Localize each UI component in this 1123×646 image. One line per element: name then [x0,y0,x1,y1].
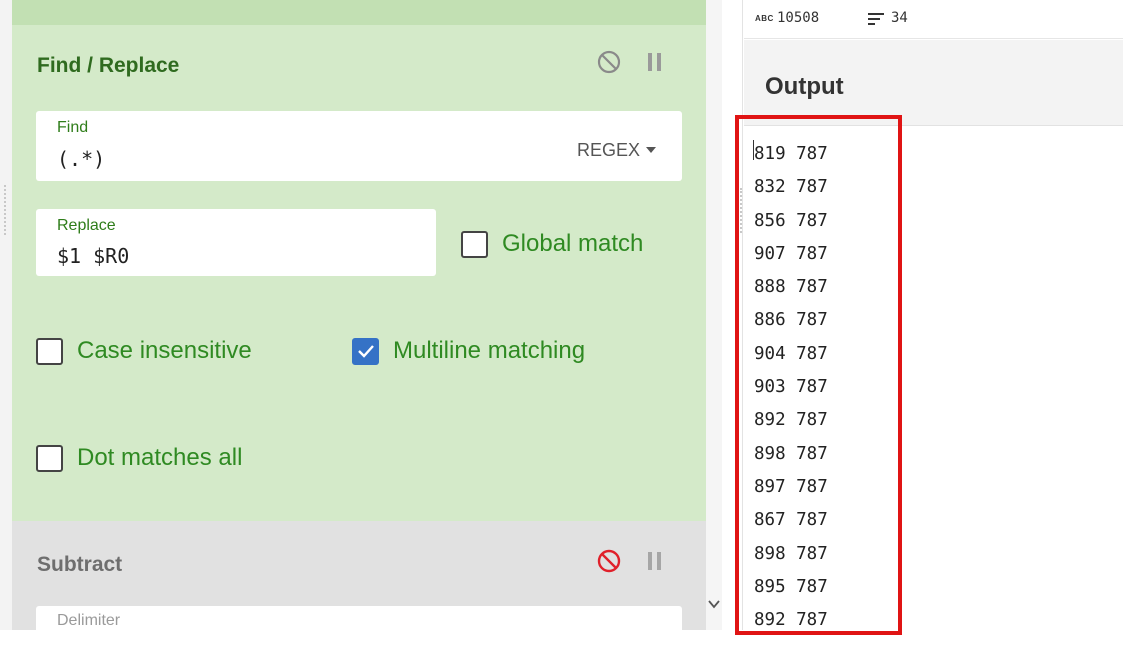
find-field[interactable]: Find (.*) REGEX [36,111,682,181]
line-count: 34 [891,10,908,26]
pause-icon[interactable] [647,551,663,576]
case-insensitive-checkbox[interactable]: Case insensitive [36,337,252,365]
previous-operation-edge [12,0,706,25]
output-header: Output [744,40,1123,126]
output-title: Output [765,73,844,100]
checkbox-unchecked-icon[interactable] [36,337,63,365]
input-stats-bar: ABC 10508 34 [744,0,1123,39]
multiline-matching-label: Multiline matching [393,337,586,364]
pause-icon[interactable] [647,52,663,77]
global-match-label: Global match [502,230,644,257]
find-input[interactable]: (.*) [57,147,105,171]
dot-matches-all-label: Dot matches all [77,444,243,471]
replace-label: Replace [57,217,116,234]
replace-input[interactable]: $1 $R0 [57,244,129,268]
disable-icon[interactable] [597,50,621,79]
regex-dropdown-label: REGEX [576,140,640,160]
operation-controls [597,50,663,79]
chevron-down-icon[interactable] [708,596,720,612]
highlight-annotation-box [735,115,902,635]
find-replace-operation: Find / Replace Find (.*) REGEX Replace $… [12,0,706,521]
operation-title: Subtract [37,553,123,576]
operation-title: Find / Replace [37,54,180,77]
checkbox-unchecked-icon[interactable] [36,444,63,472]
checkbox-unchecked-icon[interactable] [461,230,488,258]
resize-grip[interactable] [4,185,8,235]
case-insensitive-label: Case insensitive [77,337,252,364]
delimiter-label: Delimiter [57,612,121,629]
operation-controls [597,549,663,578]
subtract-operation: Subtract Delimiter [12,521,706,646]
replace-field[interactable]: Replace $1 $R0 [36,209,436,276]
recipe-scrollbar[interactable] [706,0,722,630]
multiline-matching-checkbox[interactable]: Multiline matching [352,337,585,365]
delimiter-field[interactable]: Delimiter [36,606,682,646]
dot-matches-all-checkbox[interactable]: Dot matches all [36,444,242,472]
caret-down-icon [646,147,656,153]
checkbox-checked-icon[interactable] [352,337,379,365]
line-count-icon [868,12,884,31]
left-gutter [0,0,12,630]
character-count: 10508 [777,10,820,26]
find-label: Find [57,119,89,136]
regex-dropdown[interactable]: REGEX [577,140,656,161]
global-match-checkbox[interactable]: Global match [461,230,643,258]
character-count-icon: ABC [755,14,774,23]
disable-icon[interactable] [597,549,621,578]
